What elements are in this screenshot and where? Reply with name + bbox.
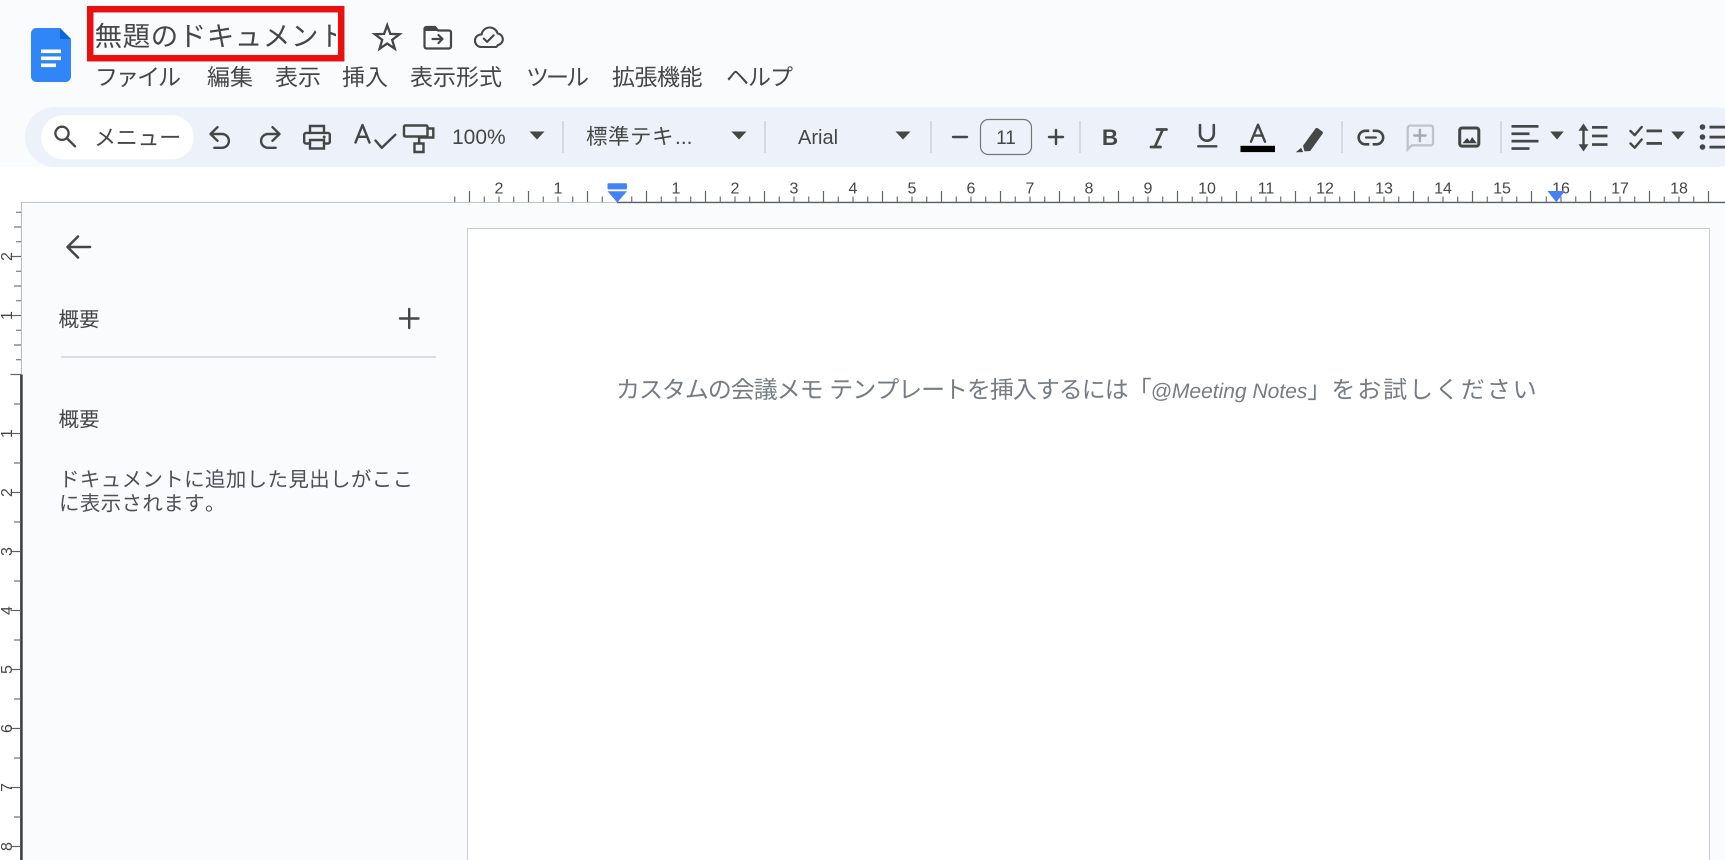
svg-text:6: 6	[0, 724, 16, 733]
svg-text:8: 8	[1085, 181, 1094, 198]
svg-text:15: 15	[1493, 181, 1511, 198]
svg-text:18: 18	[1670, 181, 1688, 198]
svg-text:14: 14	[1434, 181, 1452, 198]
svg-text:7: 7	[0, 783, 16, 792]
svg-text:2: 2	[0, 252, 16, 261]
svg-text:4: 4	[849, 181, 858, 198]
svg-text:3: 3	[0, 547, 16, 556]
svg-text:...: ...	[675, 126, 693, 149]
svg-text:7: 7	[1026, 181, 1035, 198]
svg-text:1: 1	[0, 311, 16, 320]
svg-text:2: 2	[731, 181, 740, 198]
svg-text:11: 11	[996, 128, 1016, 149]
svg-text:1: 1	[0, 429, 16, 438]
svg-text:B: B	[1102, 125, 1118, 150]
svg-text:3: 3	[790, 181, 799, 198]
svg-text:10: 10	[1198, 181, 1216, 198]
svg-text:Arial: Arial	[798, 127, 838, 149]
svg-text:12: 12	[1316, 181, 1334, 198]
svg-text:2: 2	[495, 181, 504, 198]
svg-text:5: 5	[0, 665, 16, 674]
svg-text:13: 13	[1375, 181, 1393, 198]
svg-text:2: 2	[0, 488, 16, 497]
svg-text:4: 4	[0, 606, 16, 615]
svg-text:100%: 100%	[452, 126, 506, 149]
svg-text:6: 6	[967, 181, 976, 198]
svg-text:9: 9	[1144, 181, 1153, 198]
svg-text:5: 5	[908, 181, 917, 198]
svg-text:17: 17	[1611, 181, 1629, 198]
svg-text:1: 1	[672, 181, 681, 198]
svg-text:8: 8	[0, 842, 16, 851]
svg-text:11: 11	[1258, 181, 1275, 198]
svg-text:1: 1	[554, 181, 563, 198]
